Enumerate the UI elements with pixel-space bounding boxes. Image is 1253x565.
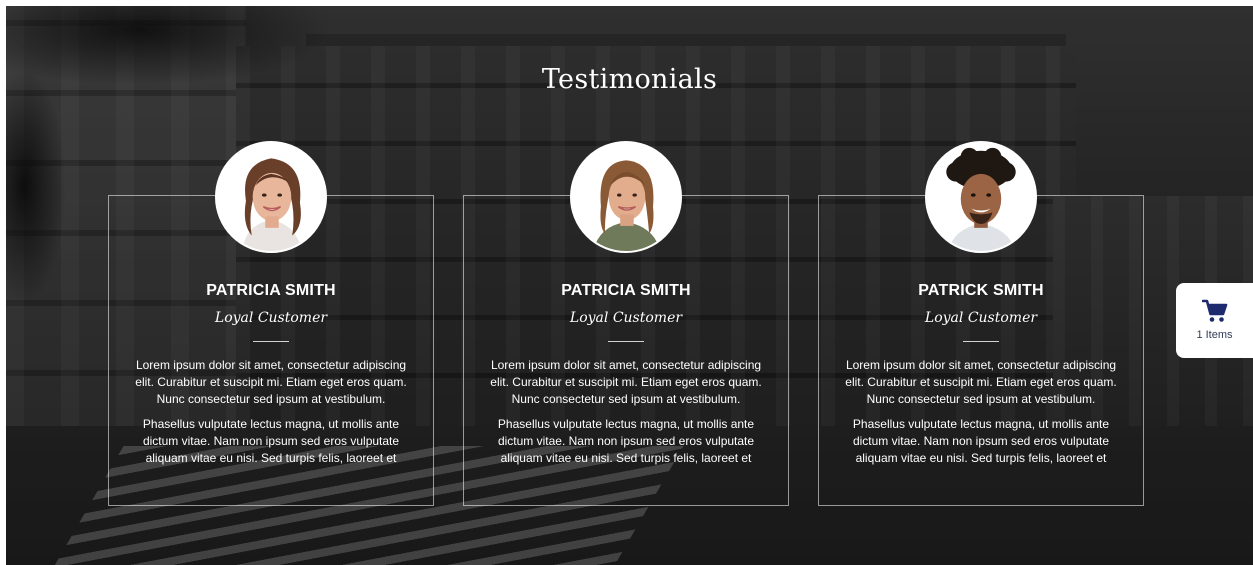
- cart-widget-button[interactable]: 1 Items: [1176, 283, 1253, 358]
- avatar: [215, 141, 327, 253]
- testimonial-card: PATRICIA SMITH Loyal Customer Lorem ipsu…: [463, 141, 789, 506]
- testimonial-card: PATRICK SMITH Loyal Customer Lorem ipsum…: [818, 141, 1144, 506]
- divider: [608, 341, 644, 342]
- page: Testimonials PATRICIA SMITH Loyal Custom…: [0, 0, 1253, 565]
- testimonial-name: PATRICK SMITH: [918, 282, 1044, 299]
- avatar-woman-1-image: [217, 143, 325, 251]
- testimonial-quote: Lorem ipsum dolor sit amet, consectetur …: [839, 357, 1123, 475]
- testimonial-card: PATRICIA SMITH Loyal Customer Lorem ipsu…: [108, 141, 434, 506]
- testimonial-paragraph: Lorem ipsum dolor sit amet, consectetur …: [490, 358, 762, 406]
- testimonial-paragraph: Lorem ipsum dolor sit amet, consectetur …: [135, 358, 407, 406]
- testimonial-name: PATRICIA SMITH: [561, 282, 691, 299]
- cart-count-label: 1 Items: [1196, 329, 1233, 341]
- testimonial-paragraph: Lorem ipsum dolor sit amet, consectetur …: [845, 358, 1117, 406]
- divider: [963, 341, 999, 342]
- testimonial-paragraph: Phasellus vulputate lectus magna, ut mol…: [142, 417, 400, 465]
- testimonial-quote: Lorem ipsum dolor sit amet, consectetur …: [484, 357, 768, 475]
- testimonial-role: Loyal Customer: [214, 310, 328, 326]
- avatar-woman-2-image: [572, 143, 680, 251]
- testimonial-role: Loyal Customer: [924, 310, 1038, 326]
- avatar: [925, 141, 1037, 253]
- avatar: [570, 141, 682, 253]
- testimonial-role: Loyal Customer: [569, 310, 683, 326]
- testimonials-section: Testimonials PATRICIA SMITH Loyal Custom…: [6, 6, 1253, 565]
- testimonial-paragraph: Phasellus vulputate lectus magna, ut mol…: [497, 417, 755, 465]
- shopping-cart-icon: [1201, 299, 1227, 322]
- section-title: Testimonials: [541, 64, 718, 95]
- testimonial-name: PATRICIA SMITH: [206, 282, 336, 299]
- avatar-man-image: [927, 143, 1035, 251]
- testimonial-paragraph: Phasellus vulputate lectus magna, ut mol…: [852, 417, 1110, 465]
- divider: [253, 341, 289, 342]
- testimonial-quote: Lorem ipsum dolor sit amet, consectetur …: [129, 357, 413, 475]
